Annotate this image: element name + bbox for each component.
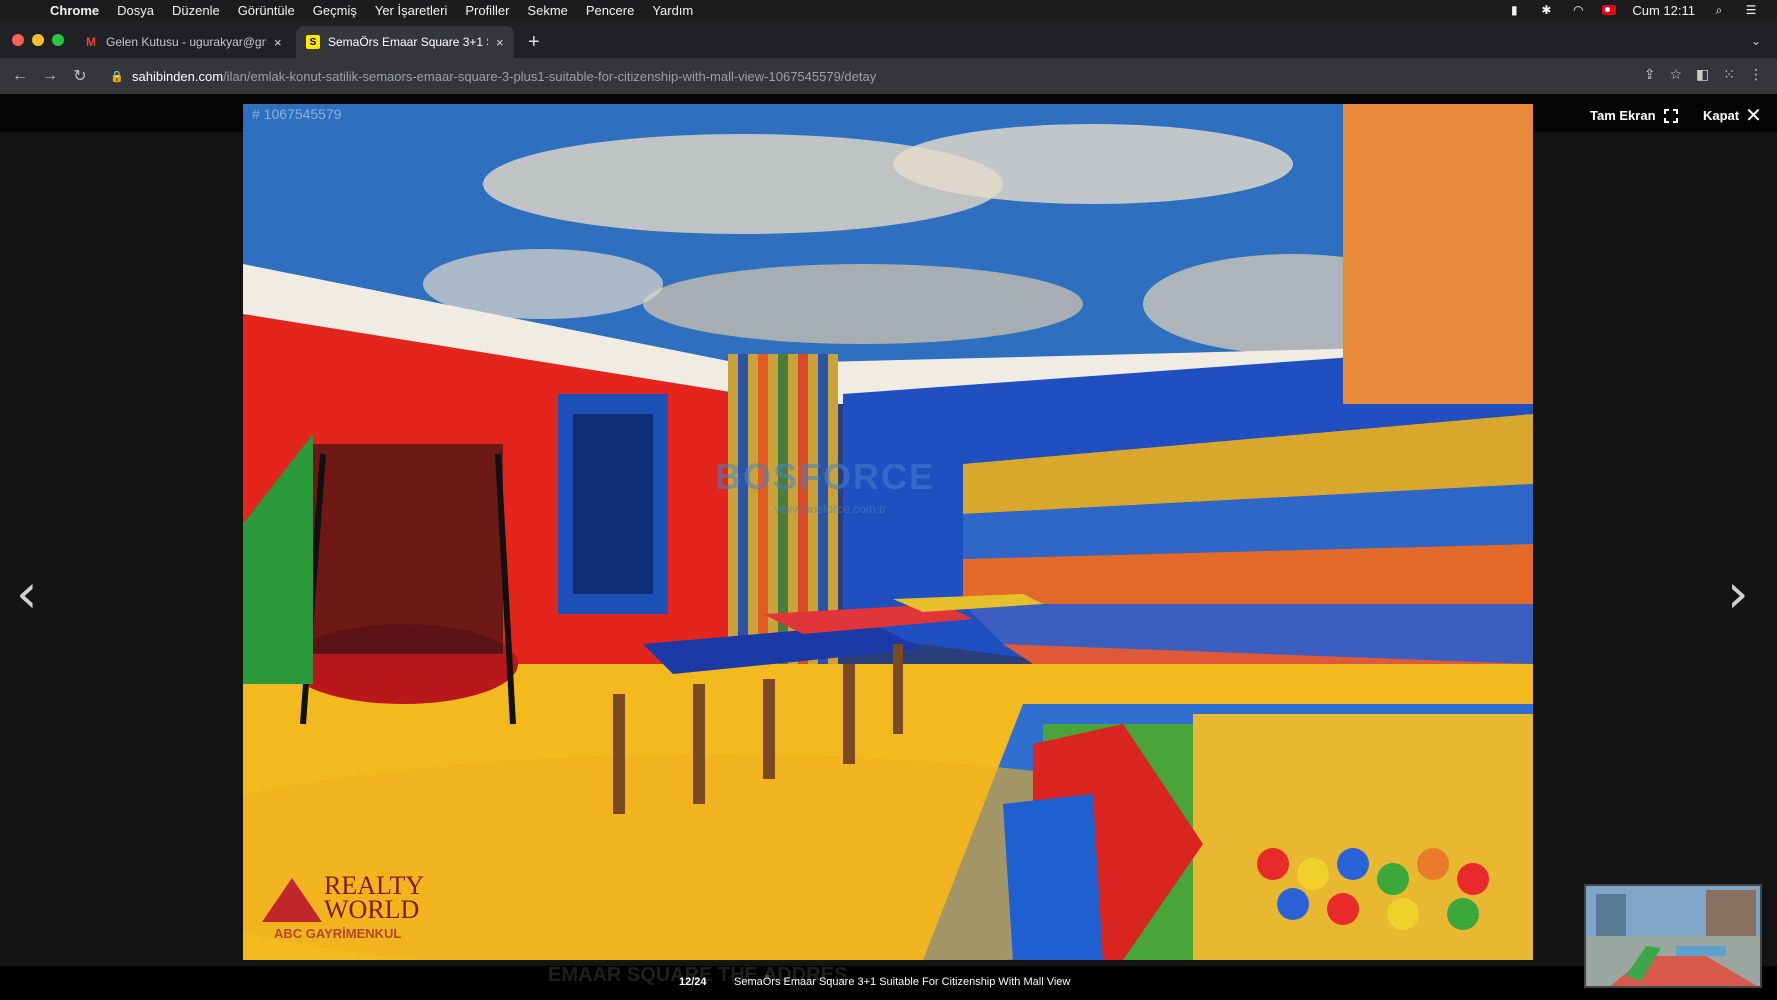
logo-line-2: WORLD	[324, 895, 420, 924]
url-path: /ilan/emlak-konut-satilik-semaors-emaar-…	[223, 68, 877, 84]
fullscreen-icon	[1662, 107, 1679, 124]
close-label: Kapat	[1703, 108, 1740, 123]
fullscreen-button[interactable]: Tam Ekran	[1590, 107, 1679, 124]
menu-yardim[interactable]: Yardım	[652, 3, 693, 18]
menu-goruntule[interactable]: Görüntüle	[238, 3, 295, 18]
address-bar[interactable]: 🔒 sahibinden.com /ilan/emlak-konut-satil…	[102, 62, 1662, 90]
menu-dosya[interactable]: Dosya	[117, 3, 154, 18]
photo-thumbnail[interactable]	[1584, 884, 1762, 988]
photo-counter: 12/24	[679, 976, 707, 988]
menubar-clock[interactable]: Cum 12:11	[1632, 3, 1695, 18]
sahibinden-icon: S	[306, 35, 320, 49]
tab-sahibinden[interactable]: S SemaÖrs Emaar Square 3+1 Su ×	[296, 26, 514, 58]
gmail-icon: M	[86, 35, 96, 49]
browser-tab-strip: M Gelen Kutusu - ugurakyar@gm × S SemaÖr…	[0, 20, 1777, 58]
playroom-photo-illustration	[243, 104, 1533, 960]
bookmark-star-icon[interactable]: ☆	[1669, 66, 1682, 83]
window-close-button[interactable]	[12, 34, 24, 46]
next-photo-arrow-icon[interactable]: ›	[1727, 567, 1749, 621]
gallery-photo[interactable]	[243, 104, 1533, 960]
menu-duzenle[interactable]: Düzenle	[172, 3, 220, 18]
forward-button[interactable]: →	[35, 67, 65, 85]
browser-toolbar: ← → ↻ 🔒 sahibinden.com /ilan/emlak-konut…	[0, 58, 1777, 94]
new-tab-button[interactable]: +	[528, 32, 540, 52]
window-zoom-button[interactable]	[52, 34, 64, 46]
tab-search-chevron-icon[interactable]: ⌄	[1751, 34, 1761, 48]
logo-roof-icon	[262, 878, 322, 922]
listing-id-watermark: # 1067545579	[252, 106, 342, 122]
window-controls	[12, 34, 64, 46]
menu-profiller[interactable]: Profiller	[465, 3, 509, 18]
menu-gecmis[interactable]: Geçmiş	[313, 3, 357, 18]
share-icon[interactable]: ⇪	[1644, 66, 1656, 83]
tab-gmail[interactable]: M Gelen Kutusu - ugurakyar@gm ×	[74, 26, 292, 58]
previous-photo-arrow-icon[interactable]: ‹	[16, 567, 38, 621]
keyboard-flag-icon[interactable]	[1602, 5, 1617, 15]
menu-app-name[interactable]: Chrome	[50, 3, 99, 18]
chrome-menu-icon[interactable]: ⋮	[1749, 66, 1763, 83]
photo-watermark-url: www.bosforce.com.tr	[775, 502, 887, 516]
fullscreen-label: Tam Ekran	[1590, 108, 1656, 123]
spotlight-search-icon[interactable]: ⌕	[1711, 3, 1727, 17]
menu-sekme[interactable]: Sekme	[527, 3, 567, 18]
control-center-icon[interactable]: ☰	[1743, 3, 1759, 17]
tab-title: SemaÖrs Emaar Square 3+1 Su	[328, 35, 488, 49]
realty-world-logo: REALTY WORLD ABC GAYRİMENKUL	[262, 873, 442, 944]
menu-yer-isaretleri[interactable]: Yer İşaretleri	[375, 3, 448, 18]
thumbnail-illustration	[1586, 886, 1760, 986]
tab-title: Gelen Kutusu - ugurakyar@gm	[106, 35, 266, 49]
close-viewer-button[interactable]: Kapat ✕	[1703, 104, 1762, 127]
lock-icon[interactable]: 🔒	[110, 70, 124, 83]
macos-menu-bar: Chrome Dosya Düzenle Görüntüle Geçmiş Ye…	[0, 0, 1777, 20]
extension-icon[interactable]: ⁙	[1723, 66, 1735, 83]
reload-button[interactable]: ↻	[65, 66, 95, 86]
back-button[interactable]: ←	[5, 67, 35, 85]
photo-caption: SemaÖrs Emaar Square 3+1 Suitable For Ci…	[734, 976, 1071, 988]
wifi-icon[interactable]: ◠	[1570, 3, 1586, 17]
battery-icon[interactable]: ▮	[1506, 3, 1522, 17]
photo-watermark: BOSFORCE	[715, 456, 936, 497]
close-icon: ✕	[1745, 104, 1762, 127]
side-panel-icon[interactable]: ◧	[1696, 66, 1709, 83]
logo-line-3: ABC GAYRİMENKUL	[274, 926, 402, 941]
tab-close-icon[interactable]: ×	[496, 35, 504, 50]
tab-close-icon[interactable]: ×	[274, 35, 282, 50]
photo-gallery-viewer: # 1067545579 BOSFORCE www.bosforce.com.t…	[0, 94, 1777, 1000]
menu-pencere[interactable]: Pencere	[586, 3, 634, 18]
window-minimize-button[interactable]	[32, 34, 44, 46]
bluetooth-icon[interactable]: ✱	[1538, 3, 1554, 17]
url-domain: sahibinden.com	[132, 68, 224, 84]
